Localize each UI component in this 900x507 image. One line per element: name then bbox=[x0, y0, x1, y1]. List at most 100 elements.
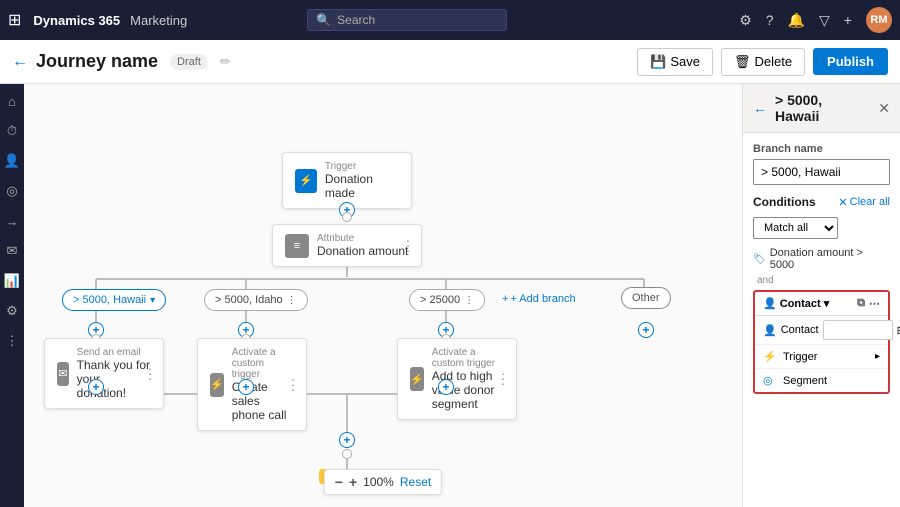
match-all-select[interactable]: Match all Match any bbox=[753, 217, 838, 239]
action2-more-icon[interactable]: ⋮ bbox=[286, 376, 300, 393]
branch-hawaii[interactable]: > 5000, Hawaii ▾ bbox=[62, 289, 166, 311]
trigger-label: Trigger bbox=[325, 161, 399, 172]
trigger-expand-icon: ▸ bbox=[875, 351, 880, 362]
copy-icon[interactable]: ⧉ bbox=[857, 297, 865, 310]
condition-text: Donation amount > 5000 bbox=[770, 247, 890, 271]
contact-search-row: 👤 Contact ⊞ bbox=[755, 316, 888, 345]
sidebar-segment-icon[interactable]: ◎ bbox=[1, 180, 23, 202]
dropdown-header-icons: ⧉ ⋯ bbox=[857, 297, 880, 310]
dropdown-segment-icon: ◎ bbox=[763, 374, 777, 387]
clear-all-button[interactable]: ✕ Clear all bbox=[838, 196, 890, 209]
branch-name-label: Branch name bbox=[753, 143, 890, 155]
notifications-icon[interactable]: 🔔 bbox=[788, 12, 805, 29]
plus-exit[interactable]: + bbox=[339, 432, 355, 448]
conditions-header: Conditions ✕ Clear all bbox=[753, 195, 890, 209]
dropdown-trigger-icon: ⚡ bbox=[763, 350, 777, 363]
plus-icon[interactable]: + bbox=[844, 12, 852, 28]
left-sidebar: ⌂ ⏱ 👤 ◎ → ✉ 📊 ⚙ ⋮ bbox=[0, 84, 24, 507]
sidebar-journey-icon[interactable]: → bbox=[1, 210, 23, 232]
action1-more-icon[interactable]: ⋮ bbox=[143, 365, 157, 382]
plus-bottom-2[interactable]: + bbox=[238, 379, 254, 395]
action-trigger2-node[interactable]: ⚡ Activate a custom trigger Add to high … bbox=[397, 338, 517, 420]
search-placeholder: Search bbox=[337, 13, 375, 27]
plus-bottom-3[interactable]: + bbox=[438, 379, 454, 395]
clear-all-label: Clear all bbox=[850, 196, 890, 208]
delete-button[interactable]: 🗑 Delete bbox=[721, 48, 805, 76]
save-label: Save bbox=[670, 54, 700, 69]
condition-row: 🏷 Donation amount > 5000 bbox=[753, 247, 890, 271]
sidebar-analytics-icon[interactable]: 📊 bbox=[1, 270, 23, 292]
dropdown-header: 👤 Contact ▾ ⧉ ⋯ bbox=[755, 292, 888, 316]
sidebar-email-icon[interactable]: ✉ bbox=[1, 240, 23, 262]
search-box[interactable]: 🔍 Search bbox=[307, 9, 507, 31]
sidebar-more-icon[interactable]: ⋮ bbox=[1, 330, 23, 352]
add-branch-icon: + bbox=[502, 293, 508, 305]
grid-icon[interactable]: ⊞ bbox=[8, 10, 21, 30]
and-label: and bbox=[757, 275, 890, 286]
more-icon[interactable]: ⋯ bbox=[869, 297, 880, 310]
dropdown-segment-label: Segment bbox=[783, 375, 827, 387]
zoom-reset-button[interactable]: Reset bbox=[400, 475, 431, 489]
branch-other[interactable]: Other bbox=[621, 287, 671, 309]
contact-icon: 👤 bbox=[763, 298, 777, 310]
attribute-sublabel: Donation amount bbox=[317, 244, 408, 258]
journey-title: Journey name bbox=[36, 51, 158, 72]
dropdown-trigger-item[interactable]: ⚡ Trigger ▸ bbox=[755, 345, 888, 369]
condition-tag-icon: 🏷 bbox=[753, 254, 766, 265]
trigger-sublabel: Donation made bbox=[325, 172, 399, 200]
connector-1 bbox=[342, 212, 352, 222]
second-bar: ← Journey name Draft ✏ 💾 Save 🗑 Delete P… bbox=[0, 40, 900, 84]
contact-row-label: Contact bbox=[781, 324, 819, 336]
right-panel: ← > 5000, Hawaii ✕ Branch name Condition… bbox=[742, 84, 900, 507]
search-icon: 🔍 bbox=[316, 13, 331, 27]
zoom-level: 100% bbox=[363, 475, 394, 489]
canvas-content: ⚡ Trigger Donation made + ≡ Attribute Do… bbox=[24, 84, 742, 507]
action3-more-icon[interactable]: ⋮ bbox=[496, 371, 510, 388]
action1-sublabel: Thank you for your donation! bbox=[77, 358, 151, 400]
action2-label: Activate a custom trigger bbox=[232, 347, 294, 380]
back-button[interactable]: ← bbox=[12, 53, 28, 71]
publish-label: Publish bbox=[827, 54, 874, 69]
dropdown-header-label: 👤 Contact ▾ bbox=[763, 297, 829, 310]
email-icon: ✉ bbox=[57, 362, 69, 386]
dropdown-segment-item[interactable]: ◎ Segment bbox=[755, 369, 888, 392]
help-icon[interactable]: ? bbox=[766, 12, 774, 28]
branch-name-input[interactable] bbox=[753, 159, 890, 185]
contact-row-icon: 👤 bbox=[763, 324, 777, 337]
branch-25000-label: > 25000 bbox=[420, 294, 460, 306]
attribute-node[interactable]: ≡ Attribute Donation amount ⋮ bbox=[272, 224, 422, 267]
add-branch-button[interactable]: + + Add branch bbox=[502, 293, 576, 305]
status-badge: Draft bbox=[170, 54, 208, 70]
publish-button[interactable]: Publish bbox=[813, 48, 888, 75]
panel-title: > 5000, Hawaii bbox=[775, 92, 870, 124]
plus-bottom-1[interactable]: + bbox=[88, 379, 104, 395]
save-button[interactable]: 💾 Save bbox=[637, 48, 713, 76]
zoom-out-button[interactable]: − bbox=[335, 474, 343, 490]
panel-close-button[interactable]: ✕ bbox=[878, 100, 890, 117]
attribute-more-icon[interactable]: ⋮ bbox=[401, 237, 415, 254]
sidebar-settings-icon[interactable]: ⚙ bbox=[1, 300, 23, 322]
add-branch-label: + Add branch bbox=[510, 293, 575, 305]
sidebar-home-icon[interactable]: ⌂ bbox=[1, 90, 23, 112]
trigger-node[interactable]: ⚡ Trigger Donation made bbox=[282, 152, 412, 209]
plus-btn-other[interactable]: + bbox=[638, 322, 654, 338]
zoom-in-button[interactable]: + bbox=[349, 474, 357, 490]
filter-icon[interactable]: ▽ bbox=[819, 12, 830, 29]
trigger2-icon: ⚡ bbox=[410, 367, 424, 391]
save-icon: 💾 bbox=[650, 54, 666, 70]
delete-label: Delete bbox=[754, 54, 792, 69]
panel-back-button[interactable]: ← bbox=[753, 100, 767, 116]
contact-search-input[interactable] bbox=[823, 320, 893, 340]
contact-search-icon[interactable]: ⊞ bbox=[897, 324, 900, 337]
action-email-node[interactable]: ✉ Send an email Thank you for your donat… bbox=[44, 338, 164, 409]
edit-title-icon[interactable]: ✏ bbox=[220, 54, 231, 70]
sidebar-recent-icon[interactable]: ⏱ bbox=[1, 120, 23, 142]
branch-25000[interactable]: > 25000 ⋮ bbox=[409, 289, 485, 311]
main-canvas: ⚡ Trigger Donation made + ≡ Attribute Do… bbox=[24, 84, 742, 507]
settings-icon[interactable]: ⚙ bbox=[739, 12, 752, 29]
trigger-icon: ⚡ bbox=[295, 169, 317, 193]
sidebar-contacts-icon[interactable]: 👤 bbox=[1, 150, 23, 172]
branch-idaho[interactable]: > 5000, Idaho ⋮ bbox=[204, 289, 308, 311]
panel-header: ← > 5000, Hawaii ✕ bbox=[743, 84, 900, 133]
avatar[interactable]: RM bbox=[866, 7, 892, 33]
